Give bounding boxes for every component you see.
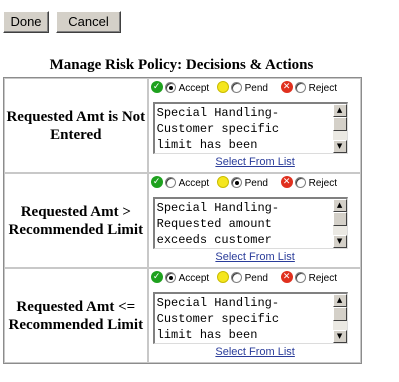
pend-radio[interactable] (230, 82, 242, 93)
decision-radio-group: ✓ Accept Pend ✕ Reject (150, 81, 363, 95)
accept-radio[interactable] (164, 82, 176, 93)
reject-radio[interactable] (294, 272, 306, 283)
action-cell: ✓ Accept Pend ✕ Reject Special Handling-… (147, 78, 363, 173)
reject-label: Reject (308, 273, 337, 284)
check-circle-icon: ✓ (150, 176, 163, 188)
accept-radio[interactable] (164, 272, 176, 283)
vertical-scrollbar[interactable]: ▲ ▼ (332, 294, 347, 343)
vertical-scrollbar[interactable]: ▲ ▼ (332, 104, 347, 153)
pend-label: Pend (244, 83, 268, 94)
pend-label: Pend (244, 273, 268, 284)
condition-label: Requested Amt > Recommended Limit (8, 203, 144, 238)
select-from-list-link[interactable]: Select From List (149, 156, 362, 169)
table-row: Requested Amt <= Recommended Limit ✓ Acc… (4, 268, 361, 363)
pend-radio[interactable] (230, 272, 242, 283)
x-circle-icon: ✕ (280, 271, 293, 283)
action-text: Special Handling- Customer specific limi… (156, 106, 280, 152)
accept-label: Accept (178, 83, 210, 94)
page-title: Manage Risk Policy: Decisions & Actions (49, 57, 314, 73)
accept-radio[interactable] (164, 177, 176, 188)
check-circle-icon: ✓ (150, 81, 163, 93)
scroll-down-icon[interactable]: ▼ (332, 140, 347, 153)
scroll-up-icon[interactable]: ▲ (332, 199, 347, 212)
done-button[interactable]: Done (3, 11, 49, 33)
scroll-up-icon[interactable]: ▲ (332, 294, 347, 307)
scroll-thumb[interactable] (332, 117, 347, 131)
scroll-up-icon[interactable]: ▲ (332, 104, 347, 117)
action-textarea[interactable]: Special Handling- Requested amount excee… (152, 197, 348, 249)
action-text: Special Handling- Requested amount excee… (156, 201, 280, 247)
action-cell: ✓ Accept Pend ✕ Reject Special Handling-… (147, 268, 363, 363)
check-circle-icon: ✓ (150, 271, 163, 283)
scroll-thumb[interactable] (332, 307, 347, 321)
action-textarea[interactable]: Special Handling- Customer specific limi… (152, 102, 348, 154)
action-cell: ✓ Accept Pend ✕ Reject Special Handling-… (147, 173, 363, 268)
pend-radio[interactable] (230, 177, 242, 188)
action-textarea[interactable]: Special Handling- Customer specific limi… (152, 292, 348, 344)
scroll-down-icon[interactable]: ▼ (332, 330, 347, 343)
x-circle-icon: ✕ (280, 176, 293, 188)
condition-label: Requested Amt is Not Entered (6, 108, 146, 143)
decision-radio-group: ✓ Accept Pend ✕ Reject (150, 271, 363, 285)
table-row: Requested Amt > Recommended Limit ✓ Acce… (4, 173, 361, 268)
select-from-list-link[interactable]: Select From List (149, 346, 362, 359)
reject-label: Reject (308, 83, 337, 94)
action-text: Special Handling- Customer specific limi… (156, 296, 280, 342)
reject-radio[interactable] (294, 177, 306, 188)
cancel-button[interactable]: Cancel (56, 11, 121, 33)
pend-label: Pend (244, 178, 268, 189)
condition-cell: Requested Amt is Not Entered (4, 78, 148, 173)
table-row: Requested Amt is Not Entered ✓ Accept Pe… (4, 78, 361, 173)
policy-table: Requested Amt is Not Entered ✓ Accept Pe… (3, 77, 362, 364)
scroll-thumb[interactable] (332, 212, 347, 226)
yellow-circle-icon (216, 81, 229, 93)
reject-label: Reject (308, 178, 337, 189)
select-from-list-link[interactable]: Select From List (149, 251, 362, 264)
scroll-down-icon[interactable]: ▼ (332, 235, 347, 248)
condition-label: Requested Amt <= Recommended Limit (8, 298, 144, 333)
yellow-circle-icon (216, 176, 229, 188)
reject-radio[interactable] (294, 82, 306, 93)
accept-label: Accept (178, 273, 210, 284)
vertical-scrollbar[interactable]: ▲ ▼ (332, 199, 347, 248)
yellow-circle-icon (216, 271, 229, 283)
decision-radio-group: ✓ Accept Pend ✕ Reject (150, 176, 363, 190)
condition-cell: Requested Amt <= Recommended Limit (4, 268, 148, 363)
condition-cell: Requested Amt > Recommended Limit (4, 173, 148, 268)
accept-label: Accept (178, 178, 210, 189)
x-circle-icon: ✕ (280, 81, 293, 93)
